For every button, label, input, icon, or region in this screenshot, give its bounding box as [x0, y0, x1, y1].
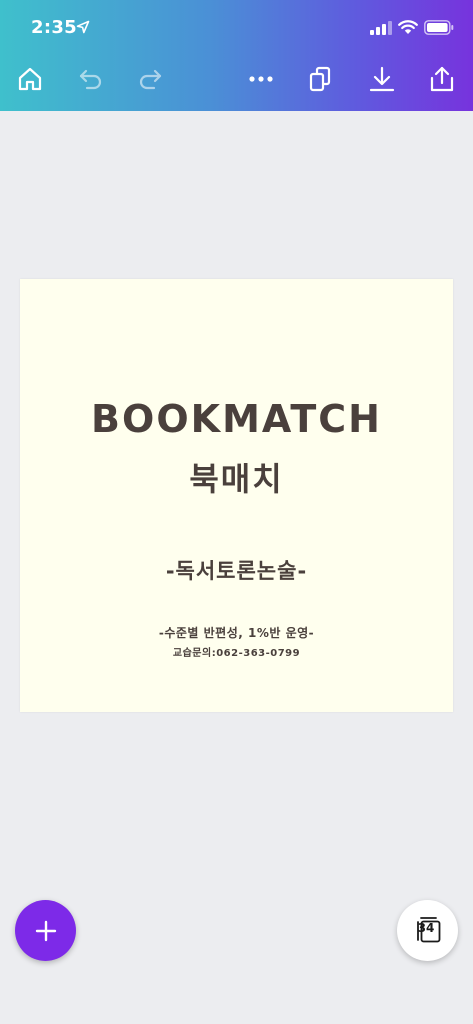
wifi-icon: [398, 20, 418, 34]
redo-icon: [139, 69, 162, 90]
design-page[interactable]: BOOKMATCH 북매치 -독서토론논술- -수준별 반편성, 1%반 운영-…: [20, 279, 453, 712]
plus-icon: [35, 920, 56, 941]
home-button[interactable]: [13, 62, 47, 96]
undo-icon: [79, 69, 102, 90]
redo-button[interactable]: [133, 62, 167, 96]
design-title-english[interactable]: BOOKMATCH: [20, 397, 453, 441]
share-button[interactable]: [425, 62, 459, 96]
undo-button[interactable]: [74, 62, 108, 96]
download-icon: [369, 66, 395, 92]
editor-header: 2:35: [0, 0, 473, 111]
home-icon: [18, 67, 42, 91]
more-button[interactable]: [244, 62, 278, 96]
design-title-korean[interactable]: 북매치: [20, 454, 453, 500]
duplicate-button[interactable]: [304, 62, 338, 96]
status-bar: 2:35: [0, 0, 473, 56]
add-element-button[interactable]: [15, 900, 76, 961]
pages-count: 34: [417, 921, 435, 935]
location-arrow-icon: [76, 20, 90, 34]
design-contact-line[interactable]: 교습문의:062-363-0799: [20, 644, 453, 659]
design-subtitle[interactable]: -독서토론논술-: [20, 555, 453, 585]
cellular-signal-icon: [370, 21, 392, 35]
more-icon: [249, 76, 273, 82]
duplicate-icon: [309, 66, 331, 92]
share-icon: [430, 66, 454, 92]
download-button[interactable]: [365, 62, 399, 96]
design-info-line[interactable]: -수준별 반편성, 1%반 운영-: [20, 624, 453, 641]
status-time: 2:35: [31, 17, 77, 38]
pages-button[interactable]: 34: [397, 900, 458, 961]
battery-icon: [424, 20, 454, 35]
